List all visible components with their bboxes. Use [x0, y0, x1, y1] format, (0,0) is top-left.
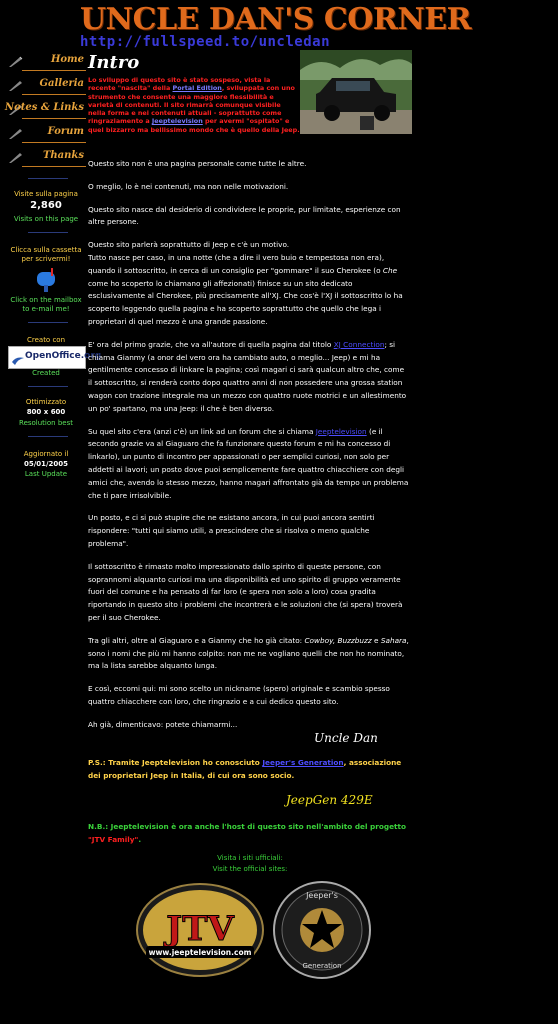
- pen-icon: [9, 81, 22, 91]
- paragraph: Un posto, e ci si può stupire che ne esi…: [88, 513, 375, 548]
- updated-date: 05/01/2005: [23, 460, 69, 468]
- nav-home-label: Home: [50, 54, 84, 65]
- optimized-label: Ottimizzato: [25, 398, 67, 406]
- nav-notes-links-label: Notes & Links: [4, 102, 84, 113]
- nav-galleria-label: Galleria: [39, 78, 84, 89]
- pen-icon: [9, 153, 22, 163]
- divider: [28, 322, 68, 323]
- jeep-cherokee-photo: [300, 50, 412, 134]
- ps-note: P.S.: Tramite Jeeptelevision ho conosciu…: [88, 758, 402, 780]
- jeeptelevision-forum-link[interactable]: Jeeptelevision: [316, 427, 367, 436]
- nav-notes-links[interactable]: Notes & Links: [4, 100, 86, 122]
- mailbox-caption-it-2: per scrivermi!: [21, 255, 71, 263]
- nav-forum[interactable]: Forum: [6, 124, 86, 146]
- created-label: Created: [32, 369, 60, 377]
- resolution-value: 800 x 600: [26, 408, 66, 416]
- jtv-logo[interactable]: JTV www.jeeptelevision.com: [136, 882, 264, 978]
- jeepers-logo-top: Jeeper's: [305, 891, 338, 900]
- paragraph: Questo sito non è una pagina personale c…: [88, 159, 307, 168]
- mailbox-icon[interactable]: [34, 266, 58, 292]
- signature-uncle-dan: Uncle Dan: [314, 731, 378, 745]
- xj-connection-link[interactable]: XJ Connection: [334, 340, 385, 349]
- paragraph: E' ora del primo grazie, che va all'auto…: [88, 339, 407, 413]
- paragraph: Questo sito nasce dal desiderio di condi…: [88, 204, 401, 227]
- visits-label: Visite sulla pagina: [14, 190, 78, 198]
- paragraph: O meglio, lo è nei contenuti, ma non nel…: [88, 181, 289, 191]
- jtv-logo-url: www.jeeptelevision.com: [149, 948, 252, 957]
- site-url-link[interactable]: http://fullspeed.to/uncledan: [80, 34, 330, 50]
- last-update-label: Last Update: [24, 470, 68, 478]
- pen-icon: [9, 129, 22, 139]
- paragraph: Su quel sito c'era (anzi c'è) un link ad…: [88, 426, 409, 500]
- jtv-logo-letters: JTV: [163, 909, 234, 949]
- visits-en-label: Visits on this page: [13, 215, 79, 223]
- resolution-best-label: Resolution best: [19, 419, 73, 427]
- intro-notice: Lo sviluppo di questo sito è stato sospe…: [88, 76, 300, 134]
- openoffice-gull-icon: [11, 351, 25, 365]
- nav-home[interactable]: Home: [6, 52, 86, 74]
- nav-thanks[interactable]: Thanks: [6, 148, 86, 170]
- main-content: Questo sito non è una pagina personale c…: [88, 158, 410, 741]
- nav-thanks-label: Thanks: [42, 150, 84, 161]
- intro-title: Intro: [88, 52, 140, 73]
- visit-official-sites-it: Visita i siti ufficiali:: [217, 854, 283, 862]
- mailbox-caption-it: Clicca sulla cassetta: [10, 246, 82, 254]
- divider: [28, 386, 68, 387]
- paragraph: Questo sito parlerà soprattutto di Jeep …: [88, 240, 403, 326]
- jeeptelevision-link[interactable]: Jeeptelevision: [152, 117, 203, 125]
- paragraph: Ah già, dimenticavo: potete chiamarmi...: [88, 719, 238, 729]
- created-with-label: Creato con: [26, 336, 66, 344]
- signature-jeepgen: JeepGen 429E: [286, 793, 373, 807]
- divider: [28, 436, 68, 437]
- divider: [28, 178, 68, 179]
- jeepers-generation-link[interactable]: Jeeper's Generation: [262, 758, 343, 767]
- paragraph: E così, eccomi qui: mi sono scelto un ni…: [88, 684, 390, 706]
- jeepers-generation-logo[interactable]: Jeeper's Generation: [272, 880, 372, 980]
- mailbox-caption-en: Click on the mailbox: [10, 296, 82, 304]
- paragraph: Il sottoscritto è rimasto molto impressi…: [88, 561, 403, 622]
- nav-galleria[interactable]: Galleria: [6, 76, 86, 98]
- pen-icon: [9, 56, 23, 67]
- visit-counter: 2,860: [30, 200, 62, 211]
- visit-official-sites-en: Visit the official sites:: [212, 865, 288, 873]
- mailbox-caption-en-2: to e-mail me!: [22, 305, 70, 313]
- updated-label: Aggiornato il: [23, 450, 69, 458]
- paragraph: Tra gli altri, oltre al Giaguaro e a Gia…: [88, 635, 409, 671]
- nb-note: N.B.: Jeeptelevision è ora anche l'host …: [88, 822, 407, 844]
- site-title: UNCLE DAN'S CORNER: [80, 2, 472, 37]
- divider: [28, 232, 68, 233]
- openoffice-logo[interactable]: OpenOffice.org: [8, 346, 101, 369]
- portal-edition-link[interactable]: Portal Edition: [173, 84, 222, 92]
- nav-forum-label: Forum: [47, 126, 84, 137]
- jeepers-logo-bottom: Generation: [302, 962, 341, 970]
